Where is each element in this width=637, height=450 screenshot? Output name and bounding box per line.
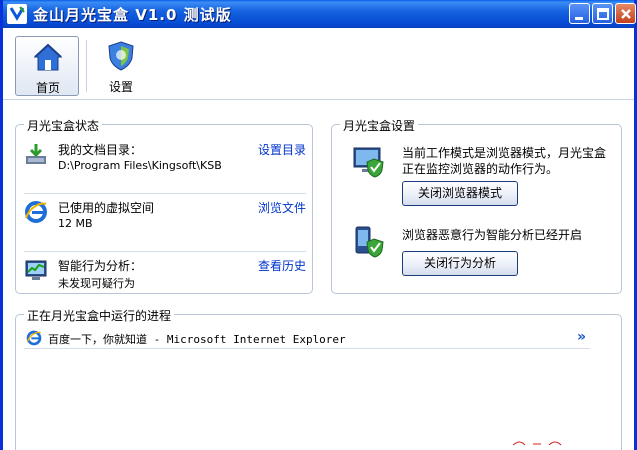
maximize-icon — [597, 8, 609, 20]
process-title: 百度一下，你就知道 - Microsoft Internet Explorer — [48, 333, 346, 346]
monitor-shield-icon — [353, 147, 384, 178]
toolbar-separator — [86, 40, 87, 92]
close-button[interactable] — [615, 3, 636, 24]
title-bar[interactable]: 金山月光宝盒 V1.0 测试版 — [3, 0, 636, 28]
home-button[interactable]: 首页 — [15, 36, 79, 96]
close-browser-mode-button[interactable]: 关闭浏览器模式 — [402, 181, 518, 206]
settings-panel: 月光宝盒设置 当前工作模式是浏览器模式，月光宝盒正在监控浏览器的动作行为。 关闭… — [331, 117, 622, 294]
minimize-button[interactable] — [569, 3, 590, 24]
behavior-analysis-value: 未发现可疑行为 — [58, 277, 135, 290]
browse-files-link[interactable]: 浏览文件 — [258, 199, 306, 216]
behavior-analysis-label: 智能行为分析： — [58, 259, 143, 273]
shield-icon — [108, 41, 134, 71]
home-label: 首页 — [35, 81, 60, 95]
client-area: 首页 设置 月光宝盒状态 我的文档目录： D:\Program Files\Ki… — [3, 28, 634, 450]
monitor-chart-icon — [25, 260, 47, 280]
documents-download-icon — [26, 144, 46, 164]
close-behavior-analysis-button[interactable]: 关闭行为分析 — [402, 251, 518, 276]
list-item: 智能行为分析： 未发现可疑行为 查看历史 — [24, 253, 306, 309]
toolbar: 首页 设置 — [3, 28, 634, 100]
status-panel: 月光宝盒状态 我的文档目录： D:\Program Files\Kingsoft… — [15, 117, 313, 294]
device-shield-icon — [355, 226, 384, 258]
set-directory-link[interactable]: 设置目录 — [258, 141, 306, 158]
process-panel-title: 正在月光宝盒中运行的进程 — [24, 307, 175, 324]
documents-label: 我的文档目录： — [58, 143, 143, 157]
ie-icon — [25, 201, 47, 223]
divider — [24, 251, 306, 252]
virtual-space-label: 已使用的虚拟空间 — [58, 201, 155, 215]
expand-chevron-icon[interactable]: » — [577, 329, 586, 345]
process-panel: 正在月光宝盒中运行的进程 百度一下，你就知道 - Microsoft Inter… — [15, 307, 622, 450]
list-item: 已使用的虚拟空间 12 MB 浏览文件 — [24, 195, 306, 251]
analysis-description: 浏览器恶意行为智能分析已经开启 — [402, 228, 583, 242]
app-logo-icon — [7, 4, 27, 24]
divider — [24, 193, 306, 194]
status-panel-title: 月光宝盒状态 — [24, 117, 103, 134]
decorative-mark-icon — [513, 441, 562, 446]
window-title: 金山月光宝盒 V1.0 测试版 — [33, 6, 232, 24]
mode-description: 当前工作模式是浏览器模式，月光宝盒正在监控浏览器的动作行为。 — [402, 146, 607, 176]
settings-panel-title: 月光宝盒设置 — [340, 117, 419, 134]
minimize-icon — [575, 17, 583, 20]
list-item[interactable]: 百度一下，你就知道 - Microsoft Internet Explorer … — [24, 329, 590, 349]
list-item: 我的文档目录： D:\Program Files\Kingsoft\KSB 设置… — [24, 137, 306, 193]
house-icon — [33, 43, 63, 71]
virtual-space-value: 12 MB — [58, 217, 93, 230]
settings-button[interactable]: 设置 — [89, 36, 153, 96]
settings-label: 设置 — [108, 80, 133, 94]
app-window: 金山月光宝盒 V1.0 测试版 首页 设置 月光宝盒状态 我的文档目录： D:\… — [0, 0, 637, 450]
view-history-link[interactable]: 查看历史 — [258, 257, 306, 274]
close-icon — [621, 9, 631, 19]
documents-path: D:\Program Files\Kingsoft\KSB — [58, 159, 222, 172]
ie-icon — [26, 330, 42, 346]
maximize-button[interactable] — [592, 3, 613, 24]
